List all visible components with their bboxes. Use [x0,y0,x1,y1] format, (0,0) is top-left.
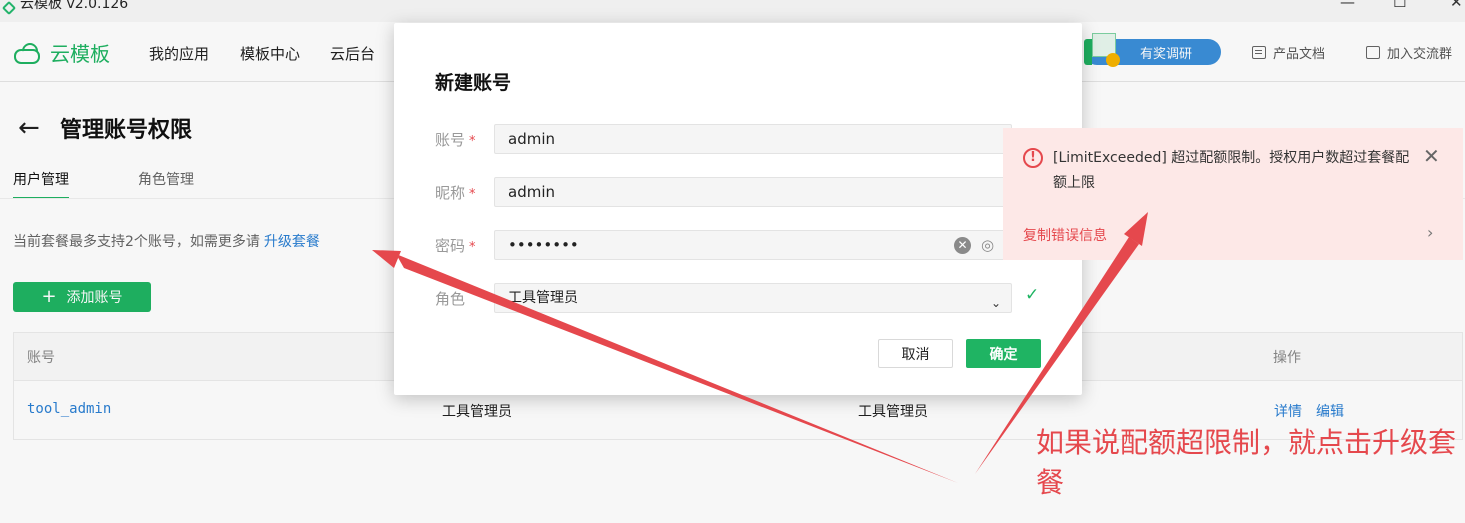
arrow-head-upgrade [372,250,401,268]
annotation-text: 如果说配额超限制，就点击升级套餐 [1036,426,1457,499]
app-window: 云模板 v2.0.126 — ☐ ✕ 云模板 我的应用 模板中心 云后台 有奖调… [0,0,1465,523]
arrow-to-upgrade-link [396,254,958,483]
